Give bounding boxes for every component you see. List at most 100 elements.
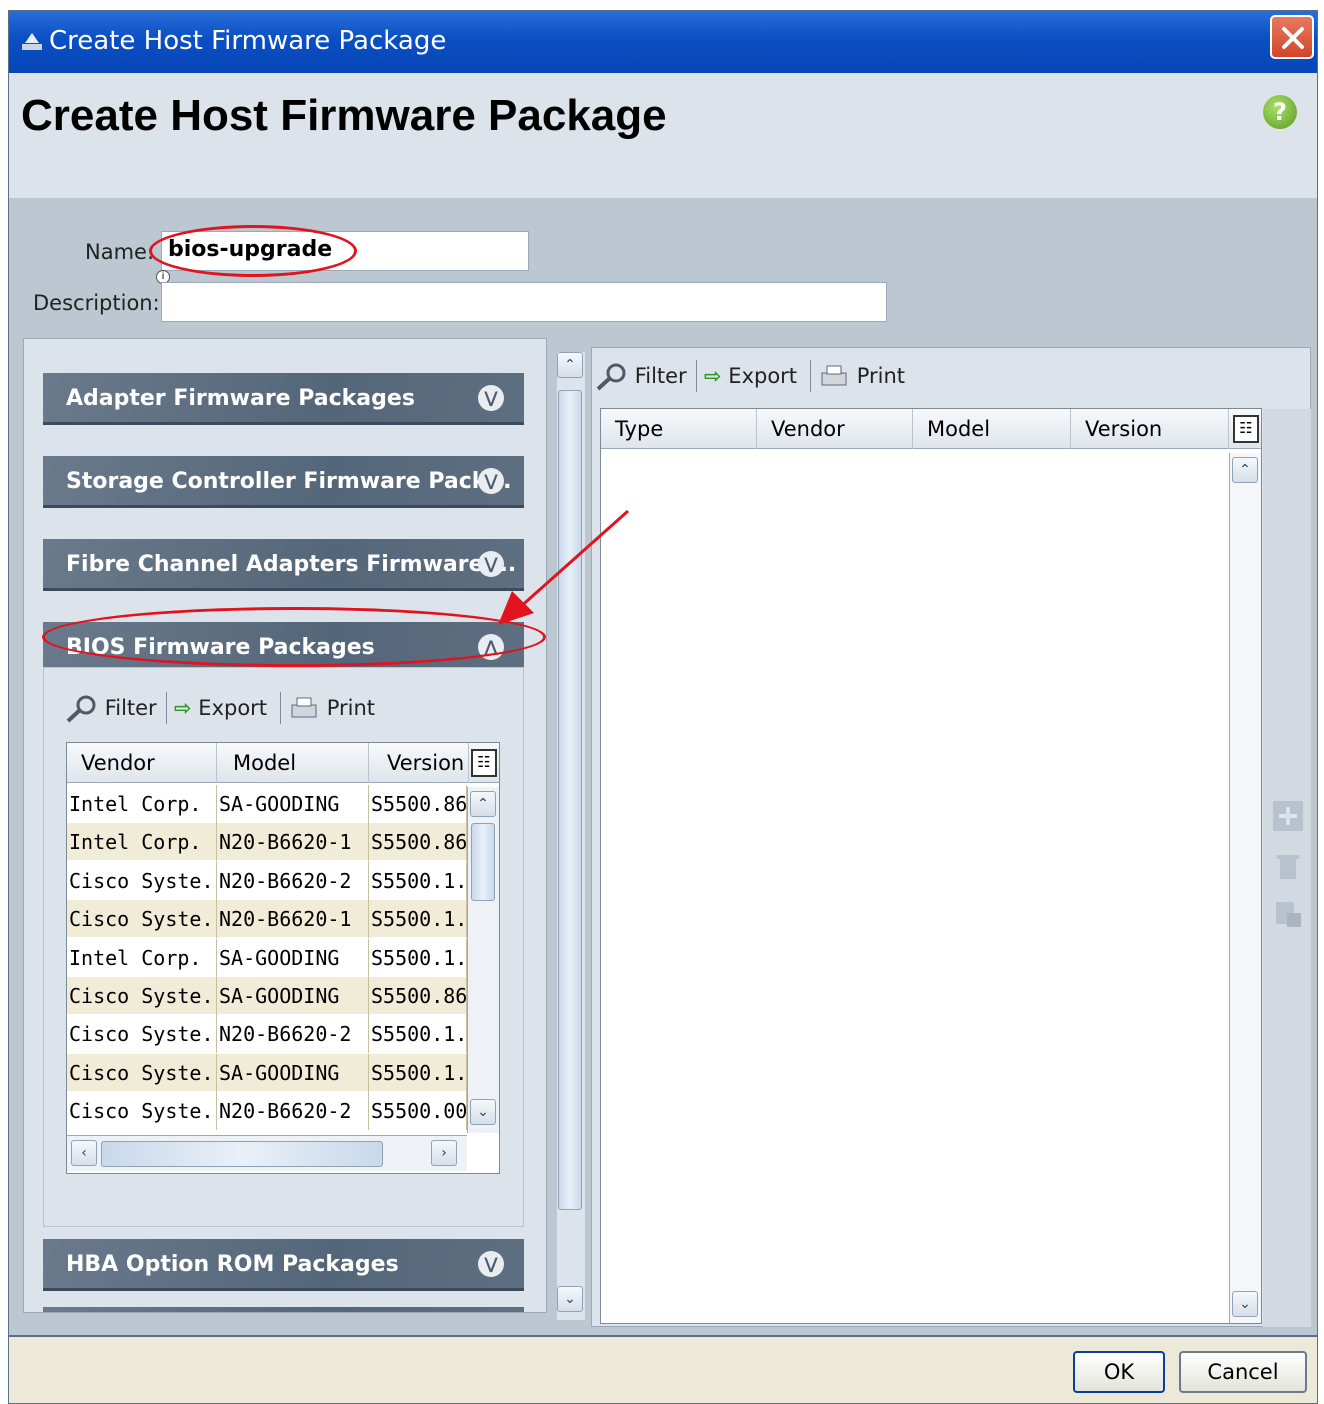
column-header-version[interactable]: Version <box>369 743 469 783</box>
scroll-right-button[interactable]: › <box>431 1140 457 1166</box>
export-icon: ⇨ <box>174 696 192 720</box>
print-button[interactable]: Print <box>288 690 375 726</box>
vendor-cell: Cisco Syste... <box>67 977 217 1015</box>
section-label: Adapter Firmware Packages <box>66 386 415 411</box>
section-adapter-firmware[interactable]: Adapter Firmware Packages ⋁ <box>43 373 524 425</box>
model-cell: SA-GOODING <box>217 1053 369 1092</box>
model-cell: SA-GOODING <box>217 977 369 1015</box>
scroll-down-button[interactable]: ⌄ <box>557 1286 583 1312</box>
filter-icon <box>66 695 96 723</box>
cancel-button[interactable]: Cancel <box>1179 1351 1307 1393</box>
collapse-icon[interactable]: ⋀ <box>478 634 504 660</box>
table-row[interactable]: Cisco Syste...SA-GOODINGS5500.86 <box>67 977 467 1015</box>
page-header: Create Host Firmware Package ? <box>9 73 1317 198</box>
scroll-up-button[interactable]: ⌃ <box>470 791 496 817</box>
column-header-type[interactable]: Type <box>601 409 757 449</box>
scroll-thumb[interactable] <box>471 823 495 901</box>
scroll-left-button[interactable]: ‹ <box>71 1140 97 1166</box>
filter-button[interactable]: Filter <box>66 690 157 726</box>
print-icon <box>821 365 847 386</box>
ok-button[interactable]: OK <box>1073 1351 1165 1393</box>
table-row[interactable]: Intel Corp. N20-B6620-1 S5500.86 <box>67 823 467 862</box>
export-button[interactable]: ⇨ Export <box>174 690 267 726</box>
model-cell: N20-B6620-2 <box>217 861 369 900</box>
table-row[interactable]: Cisco Syste...N20-B6620-1S5500.1. <box>67 900 467 939</box>
vendor-cell: Intel Corp. <box>67 823 217 862</box>
name-label: Name: <box>85 240 155 264</box>
section-fibre-channel[interactable]: Fibre Channel Adapters Firmware ... ⋁ <box>43 539 524 591</box>
close-button[interactable] <box>1270 15 1314 59</box>
section-partial-next[interactable] <box>43 1307 524 1312</box>
expand-icon[interactable]: ⋁ <box>478 468 504 494</box>
table-row[interactable]: Intel Corp. SA-GOODING S5500.86 <box>67 785 467 823</box>
print-button[interactable]: Print <box>818 358 905 394</box>
add-icon[interactable] <box>1273 801 1303 831</box>
vendor-cell: Cisco Syste... <box>67 1092 217 1131</box>
table-vertical-scrollbar[interactable]: ⌃ ⌄ <box>467 787 499 1133</box>
description-label: Description: <box>33 291 160 315</box>
column-header-model[interactable]: Model <box>217 743 369 783</box>
section-label: HBA Option ROM Packages <box>66 1252 399 1277</box>
scroll-thumb[interactable] <box>101 1141 383 1167</box>
column-header-vendor[interactable]: Vendor <box>67 743 217 783</box>
window-title: Create Host Firmware Package <box>49 26 447 56</box>
annotation-arrow <box>498 509 629 625</box>
filter-icon <box>596 363 626 391</box>
table-header: Type Vendor Model Version ☷ <box>601 409 1261 449</box>
column-chooser-icon[interactable]: ☷ <box>471 749 497 777</box>
section-storage-controller[interactable]: Storage Controller Firmware Pack... ⋁ <box>43 456 524 508</box>
print-label: Print <box>326 696 375 720</box>
properties-icon[interactable] <box>1273 899 1303 929</box>
bios-section-body: Filter ⇨ Export Print Vendor Model Versi… <box>43 667 524 1227</box>
filter-label: Filter <box>104 696 157 720</box>
section-label: Storage Controller Firmware Pack... <box>66 469 512 494</box>
export-icon: ⇨ <box>704 364 722 388</box>
export-button[interactable]: ⇨ Export <box>704 358 797 394</box>
scroll-down-button[interactable]: ⌄ <box>1232 1291 1258 1317</box>
version-cell: S5500.1. <box>369 900 467 939</box>
selected-packages-panel: Filter ⇨ Export Print Type Vendor Model <box>591 347 1311 1327</box>
description-input[interactable] <box>161 282 887 322</box>
firmware-sections-panel: Adapter Firmware Packages ⋁ Storage Cont… <box>23 338 547 1313</box>
right-toolbar: Filter ⇨ Export Print <box>596 358 916 394</box>
scroll-up-button[interactable]: ⌃ <box>1232 457 1258 483</box>
expand-icon[interactable]: ⋁ <box>478 1251 504 1277</box>
model-cell: N20-B6620-1 <box>217 900 369 939</box>
table-vertical-scrollbar[interactable]: ⌃ ⌄ <box>1229 453 1261 1323</box>
column-header-model[interactable]: Model <box>913 409 1071 449</box>
print-icon <box>291 697 317 718</box>
scroll-up-button[interactable]: ⌃ <box>557 352 583 378</box>
column-header-version[interactable]: Version <box>1071 409 1229 449</box>
table-header: Vendor Model Version ☷ <box>67 743 499 783</box>
vendor-cell: Cisco Syste... <box>67 900 217 939</box>
column-header-vendor[interactable]: Vendor <box>757 409 913 449</box>
version-cell: S5500.1. <box>369 861 467 900</box>
sections-scrollbar[interactable]: ⌃ ⌄ <box>557 352 585 1320</box>
bios-packages-table: Vendor Model Version ☷ Intel Corp. SA-GOO… <box>66 742 500 1174</box>
table-row[interactable]: Cisco Syste...N20-B6620-2S5500.1. <box>67 861 467 900</box>
model-cell: N20-B6620-2 <box>217 1092 369 1131</box>
vendor-cell: Intel Corp. <box>67 785 217 823</box>
model-cell: SA-GOODING <box>217 785 369 823</box>
expand-icon[interactable]: ⋁ <box>478 385 504 411</box>
dialog-footer: OK Cancel <box>9 1335 1317 1403</box>
delete-icon[interactable] <box>1273 851 1303 881</box>
help-icon[interactable]: ? <box>1263 95 1297 129</box>
table-row[interactable]: Cisco Syste...SA-GOODINGS5500.1. <box>67 1053 467 1092</box>
column-chooser-icon[interactable]: ☷ <box>1233 415 1259 443</box>
toolbar-separator <box>696 360 697 392</box>
page-title: Create Host Firmware Package <box>21 91 667 140</box>
table-row[interactable]: Cisco Syste...N20-B6620-2S5500.00 <box>67 1092 467 1131</box>
name-input[interactable]: bios-upgrade <box>161 231 529 271</box>
model-cell: SA-GOODING <box>217 938 369 977</box>
table-row[interactable]: Cisco Syste...N20-B6620-2S5500.1. <box>67 1015 467 1054</box>
toolbar-separator <box>166 692 167 724</box>
section-hba-option-rom[interactable]: HBA Option ROM Packages ⋁ <box>43 1239 524 1291</box>
table-horizontal-scrollbar[interactable]: ‹ › <box>67 1135 467 1171</box>
filter-button[interactable]: Filter <box>596 358 687 394</box>
print-label: Print <box>856 364 905 388</box>
scroll-down-button[interactable]: ⌄ <box>470 1099 496 1125</box>
table-row[interactable]: Intel Corp. SA-GOODING S5500.1. <box>67 938 467 977</box>
vendor-cell: Cisco Syste... <box>67 1015 217 1054</box>
section-label: Fibre Channel Adapters Firmware ... <box>66 552 517 577</box>
